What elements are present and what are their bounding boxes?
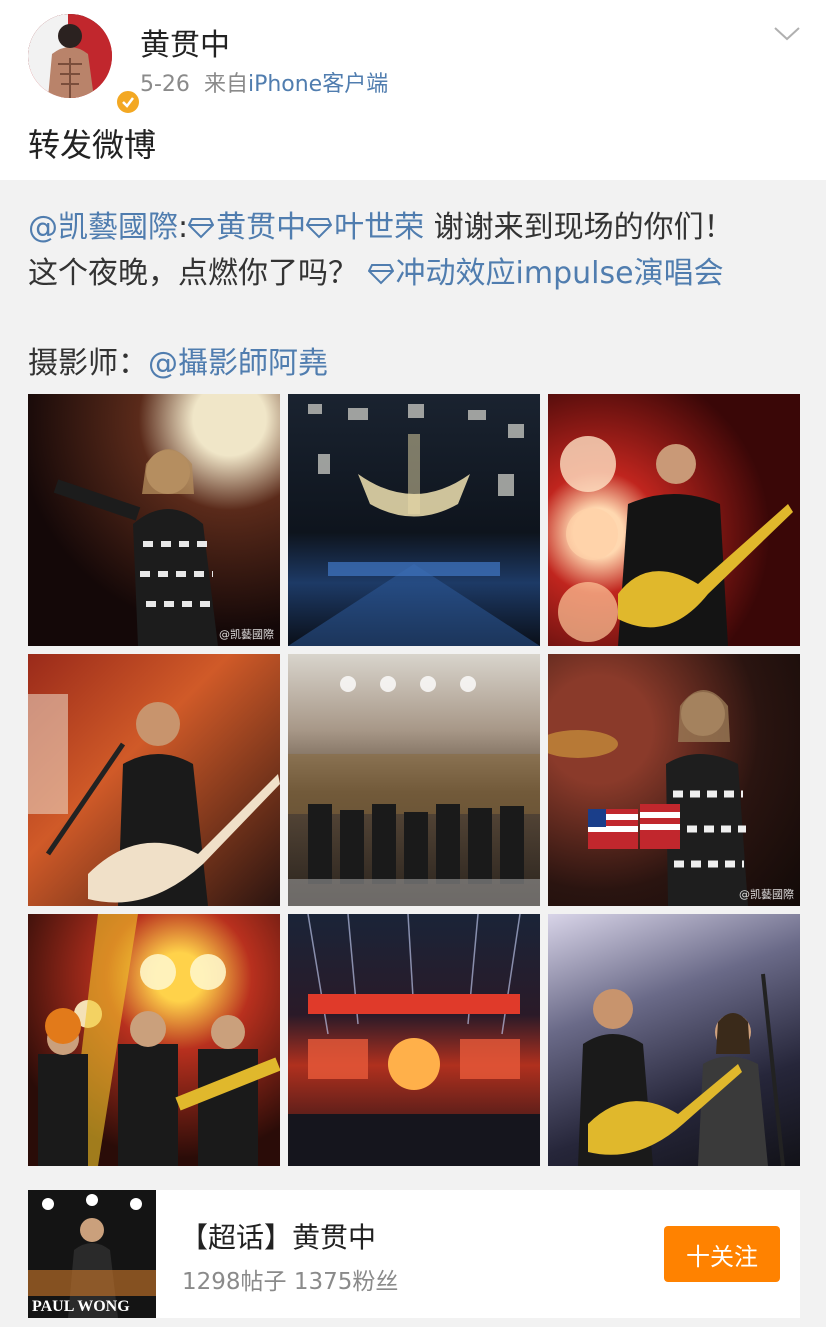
photo-two-guitarists[interactable] [548, 914, 800, 1166]
photo-crowd-bow[interactable] [288, 654, 540, 906]
topic-thumbnail: PAUL WONG [28, 1190, 156, 1318]
tag3-label: 冲动效应impulse演唱会 [395, 256, 724, 291]
photo-watermark: @凯藝國際 [219, 628, 274, 641]
photo-watermark: @凯藝國際 [739, 888, 794, 901]
author-mention[interactable]: @凯藝國際 [28, 210, 178, 245]
photographer-label: 摄影师： [28, 346, 148, 381]
photo-guitarist-red[interactable] [548, 394, 800, 646]
photo-grid: @凯藝國際 @凯藝國際 [28, 394, 800, 1166]
topic-thumb-text: PAUL WONG [32, 1298, 130, 1315]
source-app: iPhone客户端 [247, 72, 389, 97]
super-topic-card[interactable]: PAUL WONG 【超话】黄贯中 1298帖子 1375粉丝 十关注 [28, 1190, 800, 1318]
post-header: 黄贯中 5-26 来自iPhone客户端 转发微博 [0, 0, 826, 180]
diamond-icon [367, 264, 394, 285]
retweet-line-2: 这个夜晚，点燃你了吗？ 冲动效应impulse演唱会 [28, 248, 724, 292]
repost-text: 转发微博 [28, 126, 157, 164]
colon: : [178, 210, 189, 245]
diamond-icon [188, 218, 215, 239]
user-name[interactable]: 黄贯中 [140, 20, 230, 64]
topic-link-1[interactable]: 黄贯中 [188, 210, 306, 245]
chevron-down-icon[interactable] [772, 22, 802, 44]
photo-drummer[interactable]: @凯藝國際 [548, 654, 800, 906]
post-meta: 5-26 来自iPhone客户端 [140, 66, 388, 98]
avatar[interactable] [28, 14, 142, 116]
post-date: 5-26 [140, 72, 190, 97]
verified-badge-icon [114, 88, 142, 116]
photo-band-trio[interactable] [28, 914, 280, 1166]
photo-guitarist-singing[interactable] [28, 654, 280, 906]
photographer-mention[interactable]: @攝影師阿堯 [148, 346, 328, 381]
photographer-line: 摄影师：@攝影師阿堯 [28, 338, 328, 382]
topic-link-2[interactable]: 叶世荣 [306, 210, 424, 245]
tag2-label: 叶世荣 [334, 210, 425, 245]
follow-button[interactable]: 十关注 [664, 1226, 780, 1282]
retweet-text-1: 谢谢来到现场的你们！ [424, 210, 734, 245]
diamond-icon [306, 218, 333, 239]
topic-link-3[interactable]: 冲动效应impulse演唱会 [367, 256, 724, 291]
topic-title: 【超话】黄贯中 [180, 1221, 377, 1254]
photo-stage-lights[interactable] [288, 914, 540, 1166]
tag1-label: 黄贯中 [216, 210, 307, 245]
source-prefix: 来自 [203, 72, 248, 97]
retweet-text-2: 这个夜晚，点燃你了吗？ [28, 256, 358, 291]
retweet-line-1: @凯藝國際: 黄贯中 叶世荣 谢谢来到现场的你们！ [28, 202, 734, 246]
topic-stats: 1298帖子 1375粉丝 [182, 1269, 399, 1295]
photo-singer-pointing[interactable]: @凯藝國際 [28, 394, 280, 646]
photo-stage-chandelier[interactable] [288, 394, 540, 646]
